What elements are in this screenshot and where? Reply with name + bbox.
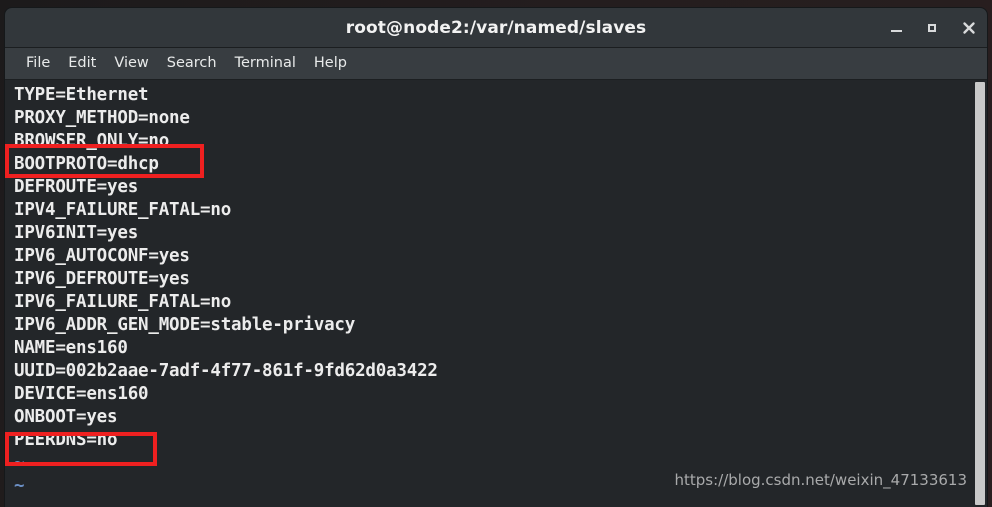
terminal-window: root@node2:/var/named/slaves File Edit V… [5, 8, 987, 507]
menu-item-file[interactable]: File [17, 52, 59, 75]
terminal-line: PEERDNS=no [14, 430, 118, 450]
terminal-line: PROXY_METHOD=none [14, 108, 190, 128]
terminal-line: DEVICE=ens160 [14, 384, 149, 404]
terminal-text-block: TYPE=Ethernet PROXY_METHOD=none BROWSER_ON… [14, 84, 967, 498]
window-titlebar[interactable]: root@node2:/var/named/slaves [5, 8, 987, 48]
terminal-line: DEFROUTE=yes [14, 177, 139, 197]
menu-item-help[interactable]: Help [305, 52, 356, 75]
terminal-line: TYPE=Ethernet [14, 85, 149, 105]
window-title: root@node2:/var/named/slaves [345, 17, 647, 38]
terminal-content[interactable]: TYPE=Ethernet PROXY_METHOD=none BROWSER_ON… [5, 80, 987, 507]
menu-item-view[interactable]: View [105, 52, 157, 75]
desktop-backdrop: root@node2:/var/named/slaves File Edit V… [0, 0, 992, 507]
terminal-line: NAME=ens160 [14, 338, 128, 358]
terminal-line: IPV6_ADDR_GEN_MODE=stable-privacy [14, 315, 356, 335]
menu-item-edit[interactable]: Edit [59, 52, 105, 75]
terminal-line: IPV6_AUTOCONF=yes [14, 246, 190, 266]
menu-item-terminal[interactable]: Terminal [226, 52, 305, 75]
terminal-line: BROWSER_ONLY=no [14, 131, 170, 151]
menu-item-search[interactable]: Search [158, 52, 226, 75]
watermark-text: https://blog.csdn.net/weixin_47133613 [674, 471, 967, 489]
terminal-line: ONBOOT=yes [14, 407, 118, 427]
maximize-icon[interactable] [925, 20, 941, 36]
terminal-line: IPV6INIT=yes [14, 223, 139, 243]
terminal-line: IPV4_FAILURE_FATAL=no [14, 200, 232, 220]
terminal-line: UUID=002b2aae-7adf-4f77-861f-9fd62d0a342… [14, 361, 438, 381]
terminal-line: IPV6_DEFROUTE=yes [14, 269, 190, 289]
terminal-line: BOOTPROTO=dhcp [14, 154, 159, 174]
window-controls [889, 8, 977, 47]
scrollbar-thumb[interactable] [975, 82, 985, 505]
terminal-scrollbar[interactable] [973, 80, 987, 507]
minimize-icon[interactable] [889, 20, 905, 36]
close-icon[interactable] [961, 20, 977, 36]
terminal-line: IPV6_FAILURE_FATAL=no [14, 292, 232, 312]
menubar: File Edit View Search Terminal Help [5, 48, 987, 80]
